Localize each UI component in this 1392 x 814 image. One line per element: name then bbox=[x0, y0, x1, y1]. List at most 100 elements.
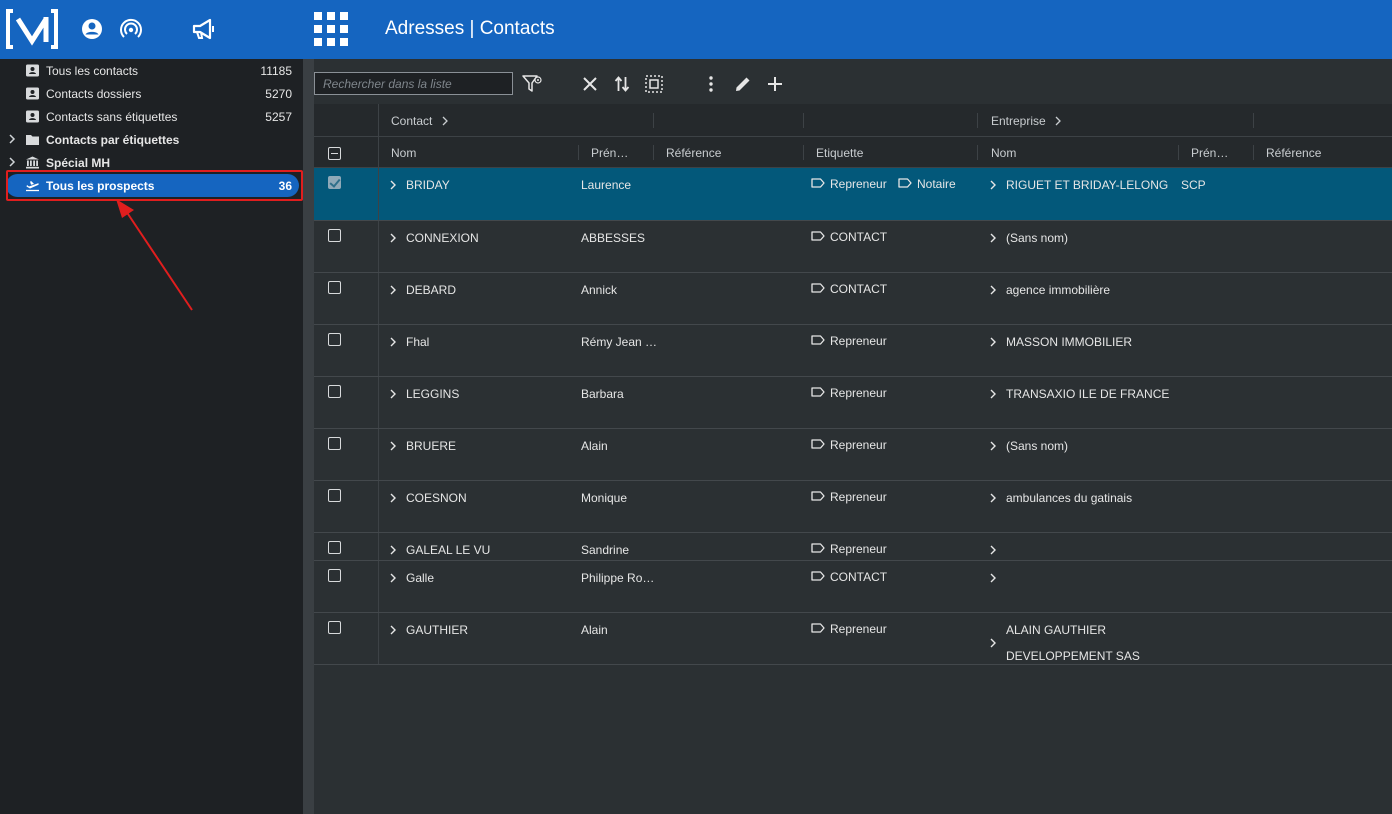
select-all-icon[interactable] bbox=[643, 73, 665, 95]
row-checkbox[interactable] bbox=[328, 541, 341, 554]
chevron-right-icon[interactable] bbox=[990, 284, 998, 295]
close-icon[interactable] bbox=[579, 73, 601, 95]
tag-chip[interactable]: Repreneur bbox=[811, 386, 887, 400]
contact-card-icon bbox=[26, 110, 39, 123]
column-header-entreprise-prenom[interactable]: Prén… bbox=[1191, 146, 1228, 160]
chevron-right-icon[interactable] bbox=[990, 336, 998, 347]
chevron-right-icon[interactable] bbox=[390, 232, 398, 243]
tag-chip[interactable]: Repreneur bbox=[811, 438, 887, 452]
table-row[interactable]: CONNEXION ABBESSES CONTACT (Sans nom) bbox=[314, 221, 1392, 273]
sidebar-item-contacts-sans-etiquettes[interactable]: Contacts sans étiquettes 5257 bbox=[0, 105, 303, 128]
search-input[interactable] bbox=[314, 72, 513, 95]
account-icon[interactable] bbox=[79, 16, 105, 42]
row-checkbox[interactable] bbox=[328, 281, 341, 294]
table-row[interactable]: BRIDAY Laurence Repreneur Notaire RIGUET ET … bbox=[314, 168, 1392, 221]
chevron-right-icon[interactable] bbox=[390, 572, 398, 583]
table-row[interactable]: LEGGINS Barbara Repreneur TRANSAXIO ILE DE … bbox=[314, 377, 1392, 429]
cell-entreprise-nom: ambulances du gatinais bbox=[1006, 491, 1133, 505]
table-row[interactable]: Fhal Rémy Jean … Repreneur MASSON IMMOBILIE… bbox=[314, 325, 1392, 377]
row-checkbox[interactable] bbox=[328, 489, 341, 502]
group-header-label: Entreprise bbox=[991, 114, 1046, 128]
chevron-right-icon[interactable] bbox=[990, 440, 998, 451]
tag-chip[interactable]: CONTACT bbox=[811, 230, 887, 244]
table-row[interactable]: BRUERE Alain Repreneur (Sans nom) bbox=[314, 429, 1392, 481]
tag-chip[interactable]: Repreneur bbox=[811, 542, 887, 556]
sidebar-item-contacts-dossiers[interactable]: Contacts dossiers 5270 bbox=[0, 82, 303, 105]
sidebar-item-count: 11185 bbox=[260, 64, 292, 78]
chevron-right-icon[interactable] bbox=[390, 544, 398, 555]
select-all-checkbox[interactable] bbox=[328, 147, 341, 160]
sidebar-item-tous-les-contacts[interactable]: Tous les contacts 11185 bbox=[0, 59, 303, 82]
row-checkbox[interactable] bbox=[328, 437, 341, 450]
row-checkbox[interactable] bbox=[328, 569, 341, 582]
tag-chip[interactable]: CONTACT bbox=[811, 282, 887, 296]
tag-chip[interactable]: Repreneur bbox=[811, 490, 887, 504]
sidebar-item-contacts-par-etiquettes[interactable]: Contacts par étiquettes bbox=[0, 128, 303, 151]
column-header-prenom[interactable]: Prén… bbox=[591, 146, 628, 160]
tag-label: CONTACT bbox=[830, 282, 888, 296]
megaphone-icon[interactable] bbox=[191, 16, 217, 42]
chevron-right-icon[interactable] bbox=[8, 157, 18, 167]
chevron-right-icon[interactable] bbox=[990, 179, 998, 190]
cell-nom: Galle bbox=[406, 571, 435, 585]
row-separator bbox=[378, 377, 379, 428]
tag-icon bbox=[811, 386, 830, 400]
group-header-contact[interactable]: Contact bbox=[391, 114, 448, 128]
edit-icon[interactable] bbox=[732, 73, 754, 95]
chevron-right-icon[interactable] bbox=[990, 388, 998, 399]
group-header-entreprise[interactable]: Entreprise bbox=[991, 114, 1061, 128]
column-header-entreprise-reference[interactable]: Référence bbox=[1266, 146, 1321, 160]
row-checkbox[interactable] bbox=[328, 176, 341, 189]
tag-chip[interactable]: Repreneur bbox=[811, 177, 887, 191]
cell-entreprise-nom: MASSON IMMOBILIER bbox=[1006, 335, 1133, 349]
table-row[interactable]: DEBARD Annick CONTACT agence immobilière bbox=[314, 273, 1392, 325]
group-header-label: Contact bbox=[391, 114, 433, 128]
app-logo-icon[interactable] bbox=[5, 9, 59, 49]
filter-icon[interactable] bbox=[521, 73, 543, 95]
chevron-right-icon[interactable] bbox=[990, 544, 998, 555]
tag-chip[interactable]: Repreneur bbox=[811, 622, 887, 636]
row-separator bbox=[378, 481, 379, 532]
tag-label: Repreneur bbox=[830, 542, 887, 556]
tag-chip[interactable]: Notaire bbox=[898, 177, 956, 191]
cell-nom: COESNON bbox=[406, 491, 467, 505]
group-header-row: Contact Entreprise bbox=[314, 104, 1392, 137]
chevron-right-icon[interactable] bbox=[390, 624, 398, 635]
column-header-entreprise-nom[interactable]: Nom bbox=[991, 146, 1016, 160]
row-separator bbox=[378, 168, 379, 220]
table-row[interactable]: Galle Philippe Ro… CONTACT bbox=[314, 561, 1392, 613]
chevron-right-icon[interactable] bbox=[990, 572, 998, 583]
chevron-right-icon[interactable] bbox=[390, 492, 398, 503]
sort-icon[interactable] bbox=[611, 73, 633, 95]
table-row[interactable]: COESNON Monique Repreneur ambulances du gat… bbox=[314, 481, 1392, 533]
column-header-etiquette[interactable]: Etiquette bbox=[816, 146, 863, 160]
tag-chip[interactable]: CONTACT bbox=[811, 570, 887, 584]
chevron-right-icon[interactable] bbox=[990, 637, 998, 648]
column-header-reference[interactable]: Référence bbox=[666, 146, 721, 160]
row-checkbox[interactable] bbox=[328, 229, 341, 242]
more-vert-icon[interactable] bbox=[700, 73, 722, 95]
chevron-right-icon[interactable] bbox=[390, 284, 398, 295]
chevron-right-icon[interactable] bbox=[390, 440, 398, 451]
row-checkbox[interactable] bbox=[328, 621, 341, 634]
chevron-right-icon[interactable] bbox=[390, 388, 398, 399]
add-icon[interactable] bbox=[764, 73, 786, 95]
row-checkbox[interactable] bbox=[328, 333, 341, 346]
chevron-right-icon[interactable] bbox=[990, 492, 998, 503]
sidebar-scrollbar[interactable] bbox=[303, 59, 314, 814]
table-row[interactable]: GAUTHIER Alain Repreneur ALAIN GAUTHIER DEVE… bbox=[314, 613, 1392, 665]
chevron-right-icon[interactable] bbox=[390, 179, 398, 190]
row-checkbox[interactable] bbox=[328, 385, 341, 398]
tag-chip[interactable]: Repreneur bbox=[811, 334, 887, 348]
cell-nom: BRIDAY bbox=[406, 178, 450, 192]
top-bar: Adresses | Contacts bbox=[0, 0, 1392, 59]
sidebar-item-label: Spécial MH bbox=[46, 156, 111, 170]
broadcast-icon[interactable] bbox=[118, 16, 144, 42]
table-row[interactable]: GALEAL LE VU Sandrine Repreneur bbox=[314, 533, 1392, 561]
chevron-right-icon[interactable] bbox=[8, 134, 18, 144]
row-separator bbox=[378, 561, 379, 612]
chevron-right-icon[interactable] bbox=[990, 232, 998, 243]
column-header-nom[interactable]: Nom bbox=[391, 146, 416, 160]
apps-grid-icon[interactable] bbox=[314, 12, 348, 46]
chevron-right-icon[interactable] bbox=[390, 336, 398, 347]
